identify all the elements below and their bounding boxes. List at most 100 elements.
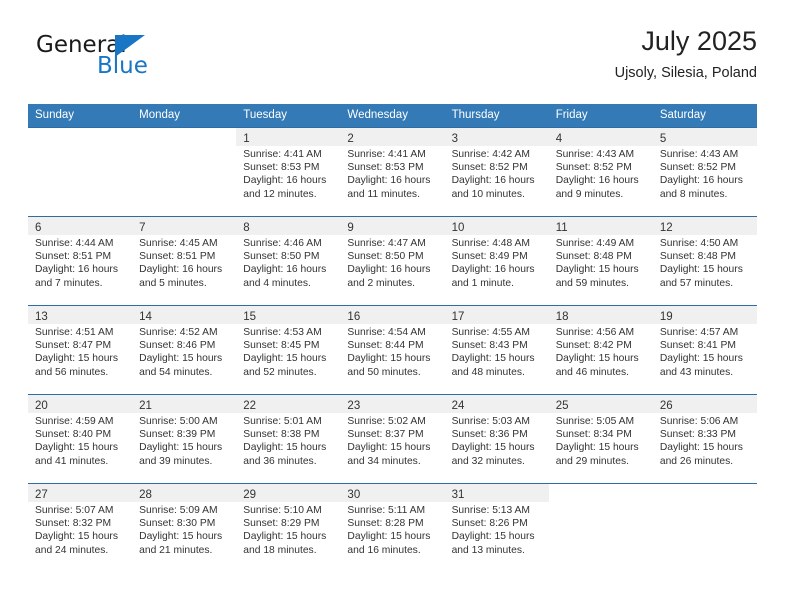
sunrise-time: Sunrise: 4:43 AM xyxy=(555,149,635,160)
calendar-cell-day[interactable]: 23 Sunrise: 5:02 AM Sunset: 8:37 PM Dayligh… xyxy=(340,394,445,484)
day-cell: 6 Sunrise: 4:44 AM Sunset: 8:51 PM Daylight… xyxy=(28,217,133,305)
daylight-duration-line1: Daylight: 15 hours xyxy=(243,531,327,543)
sunrise-time: Sunrise: 4:50 AM xyxy=(659,238,739,249)
daylight-duration-line2: and 9 minutes. xyxy=(555,188,624,200)
sunset-time: Sunset: 8:48 PM xyxy=(555,251,632,263)
day-sun-info: Sunrise: 4:59 AM Sunset: 8:40 PM Daylight:… xyxy=(28,413,132,468)
sunrise-time: Sunrise: 4:54 AM xyxy=(347,327,426,338)
calendar-cell-day[interactable]: 13 Sunrise: 4:51 AM Sunset: 8:47 PM Dayligh… xyxy=(28,305,133,395)
calendar-cell-day[interactable]: 14 Sunrise: 4:52 AM Sunset: 8:46 PM Dayligh… xyxy=(132,305,237,395)
calendar-cell-day[interactable]: 22 Sunrise: 5:01 AM Sunset: 8:38 PM Dayligh… xyxy=(236,394,341,484)
day-number: 23 xyxy=(347,400,361,412)
sunset-time: Sunset: 8:42 PM xyxy=(555,340,632,352)
calendar-cell-day[interactable]: 12 Sunrise: 4:50 AM Sunset: 8:48 PM Dayligh… xyxy=(652,216,757,306)
day-cell xyxy=(548,484,653,572)
daylight-duration-line2: and 13 minutes. xyxy=(451,544,525,556)
daylight-duration-line2: and 18 minutes. xyxy=(243,544,317,556)
calendar-cell-day[interactable]: 3 Sunrise: 4:42 AM Sunset: 8:52 PM Daylight… xyxy=(444,127,549,217)
sunset-time: Sunset: 8:51 PM xyxy=(35,251,112,263)
calendar-cell-day[interactable]: 26 Sunrise: 5:06 AM Sunset: 8:33 PM Dayligh… xyxy=(652,394,757,484)
daylight-duration-line2: and 16 minutes. xyxy=(347,544,421,556)
daylight-duration-line2: and 8 minutes. xyxy=(659,188,728,200)
calendar-cell-day[interactable]: 7 Sunrise: 4:45 AM Sunset: 8:51 PM Daylight… xyxy=(132,216,237,306)
day-number-band xyxy=(132,128,237,146)
day-number: 22 xyxy=(243,400,257,412)
calendar-cell-day[interactable]: 31 Sunrise: 5:13 AM Sunset: 8:26 PM Dayligh… xyxy=(444,483,549,572)
sunrise-time: Sunrise: 5:11 AM xyxy=(347,505,426,516)
sunrise-time: Sunrise: 4:44 AM xyxy=(35,238,114,249)
day-number-band xyxy=(548,484,653,502)
day-number-band: 20 xyxy=(28,395,133,413)
calendar-cell-day[interactable]: 15 Sunrise: 4:53 AM Sunset: 8:45 PM Dayligh… xyxy=(236,305,341,395)
day-number-band: 4 xyxy=(548,128,653,146)
calendar-cell-day[interactable]: 28 Sunrise: 5:09 AM Sunset: 8:30 PM Dayligh… xyxy=(132,483,237,572)
sunrise-time: Sunrise: 5:00 AM xyxy=(139,416,218,427)
calendar-cell-day[interactable]: 27 Sunrise: 5:07 AM Sunset: 8:32 PM Dayligh… xyxy=(28,483,133,572)
daylight-duration-line2: and 52 minutes. xyxy=(243,366,317,378)
calendar-cell-day[interactable]: 21 Sunrise: 5:00 AM Sunset: 8:39 PM Dayligh… xyxy=(132,394,237,484)
calendar-cell-day[interactable]: 17 Sunrise: 4:55 AM Sunset: 8:43 PM Dayligh… xyxy=(444,305,549,395)
day-sun-info: Sunrise: 4:50 AM Sunset: 8:48 PM Daylight:… xyxy=(653,235,757,290)
day-number: 3 xyxy=(451,133,458,145)
daylight-duration-line2: and 54 minutes. xyxy=(139,366,213,378)
day-number: 20 xyxy=(35,400,48,412)
day-number: 6 xyxy=(35,222,42,234)
calendar-cell-day[interactable]: 16 Sunrise: 4:54 AM Sunset: 8:44 PM Dayligh… xyxy=(340,305,445,395)
calendar-cell-day[interactable]: 5 Sunrise: 4:43 AM Sunset: 8:52 PM Daylight… xyxy=(652,127,757,217)
day-number-band xyxy=(28,128,133,146)
title-block: July 2025 Ujsoly, Silesia, Poland xyxy=(615,24,757,84)
day-sun-info: Sunrise: 4:56 AM Sunset: 8:42 PM Daylight:… xyxy=(549,324,653,379)
sunrise-time: Sunrise: 5:05 AM xyxy=(555,416,635,427)
day-sun-info: Sunrise: 5:01 AM Sunset: 8:38 PM Daylight:… xyxy=(236,413,340,468)
calendar-cell-day[interactable]: 29 Sunrise: 5:10 AM Sunset: 8:29 PM Dayligh… xyxy=(236,483,341,572)
day-sun-info: Sunrise: 4:49 AM Sunset: 8:48 PM Daylight:… xyxy=(549,235,653,290)
day-cell: 19 Sunrise: 4:57 AM Sunset: 8:41 PM Dayligh… xyxy=(652,306,757,394)
day-sun-info: Sunrise: 5:09 AM Sunset: 8:30 PM Daylight:… xyxy=(132,502,236,557)
sunset-time: Sunset: 8:33 PM xyxy=(659,429,736,441)
sunset-time: Sunset: 8:52 PM xyxy=(451,162,528,174)
day-number-band: 11 xyxy=(548,217,653,235)
calendar-cell-day[interactable]: 24 Sunrise: 5:03 AM Sunset: 8:36 PM Dayligh… xyxy=(444,394,549,484)
calendar-cell-day[interactable]: 11 Sunrise: 4:49 AM Sunset: 8:48 PM Dayligh… xyxy=(548,216,653,306)
calendar-cell-day[interactable]: 18 Sunrise: 4:56 AM Sunset: 8:42 PM Dayligh… xyxy=(548,305,653,395)
calendar-week-row: 13 Sunrise: 4:51 AM Sunset: 8:47 PM Dayligh… xyxy=(28,305,757,395)
day-number-band: 25 xyxy=(548,395,653,413)
calendar-cell-day[interactable]: 2 Sunrise: 4:41 AM Sunset: 8:53 PM Daylight… xyxy=(340,127,445,217)
calendar-cell-empty xyxy=(548,483,653,572)
day-cell: 10 Sunrise: 4:48 AM Sunset: 8:49 PM Dayligh… xyxy=(444,217,549,305)
day-number: 2 xyxy=(347,133,354,145)
day-number: 29 xyxy=(243,489,257,501)
daylight-duration-line1: Daylight: 15 hours xyxy=(243,442,327,454)
sunrise-time: Sunrise: 4:42 AM xyxy=(451,149,530,160)
calendar-cell-day[interactable]: 1 Sunrise: 4:41 AM Sunset: 8:53 PM Daylight… xyxy=(236,127,341,217)
daylight-duration-line1: Daylight: 15 hours xyxy=(659,442,743,454)
calendar-cell-day[interactable]: 10 Sunrise: 4:48 AM Sunset: 8:49 PM Dayligh… xyxy=(444,216,549,306)
calendar-cell-day[interactable]: 20 Sunrise: 4:59 AM Sunset: 8:40 PM Dayligh… xyxy=(28,394,133,484)
day-number: 21 xyxy=(139,400,152,412)
sunset-time: Sunset: 8:37 PM xyxy=(347,429,424,441)
calendar-cell-day[interactable]: 8 Sunrise: 4:46 AM Sunset: 8:50 PM Daylight… xyxy=(236,216,341,306)
day-cell xyxy=(28,128,133,216)
daylight-duration-line1: Daylight: 15 hours xyxy=(139,531,223,543)
day-number: 5 xyxy=(659,133,667,145)
calendar-cell-day[interactable]: 9 Sunrise: 4:47 AM Sunset: 8:50 PM Daylight… xyxy=(340,216,445,306)
sunrise-time: Sunrise: 4:55 AM xyxy=(451,327,530,338)
sunset-time: Sunset: 8:40 PM xyxy=(35,429,112,441)
weekday-header-saturday: Saturday xyxy=(652,104,757,128)
day-cell: 3 Sunrise: 4:42 AM Sunset: 8:52 PM Daylight… xyxy=(444,128,549,216)
daylight-duration-line1: Daylight: 16 hours xyxy=(451,264,535,276)
daylight-duration-line1: Daylight: 15 hours xyxy=(659,264,743,276)
sunset-time: Sunset: 8:43 PM xyxy=(451,340,528,352)
calendar-cell-day[interactable]: 25 Sunrise: 5:05 AM Sunset: 8:34 PM Dayligh… xyxy=(548,394,653,484)
day-sun-info: Sunrise: 5:07 AM Sunset: 8:32 PM Daylight:… xyxy=(28,502,132,557)
calendar-cell-day[interactable]: 30 Sunrise: 5:11 AM Sunset: 8:28 PM Dayligh… xyxy=(340,483,445,572)
day-number-band: 1 xyxy=(236,128,341,146)
sunrise-time: Sunrise: 5:13 AM xyxy=(451,505,530,516)
calendar-cell-day[interactable]: 19 Sunrise: 4:57 AM Sunset: 8:41 PM Dayligh… xyxy=(652,305,757,395)
sunrise-time: Sunrise: 4:48 AM xyxy=(451,238,530,249)
daylight-duration-line2: and 24 minutes. xyxy=(35,544,109,556)
calendar-cell-day[interactable]: 6 Sunrise: 4:44 AM Sunset: 8:51 PM Daylight… xyxy=(28,216,133,306)
day-sun-info: Sunrise: 4:47 AM Sunset: 8:50 PM Daylight:… xyxy=(340,235,444,290)
calendar-cell-day[interactable]: 4 Sunrise: 4:43 AM Sunset: 8:52 PM Daylight… xyxy=(548,127,653,217)
day-number: 24 xyxy=(451,400,465,412)
